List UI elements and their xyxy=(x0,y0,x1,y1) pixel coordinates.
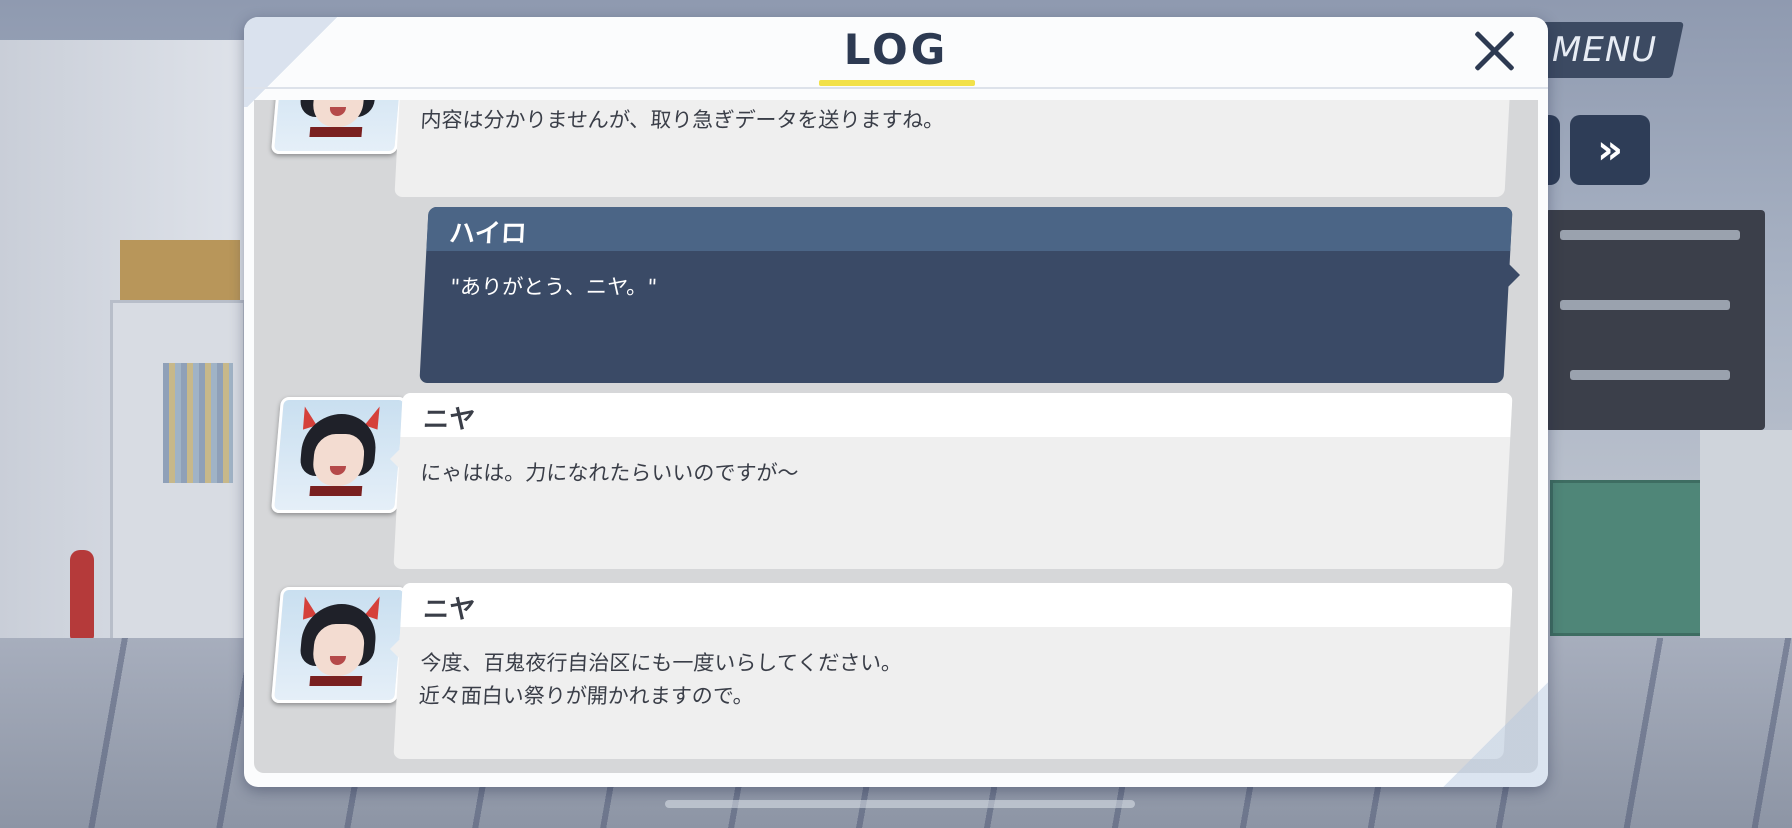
portrait-collar xyxy=(309,486,363,496)
background-cardboard-box xyxy=(120,240,240,300)
portrait-collar xyxy=(309,127,363,137)
portrait-collar xyxy=(309,676,363,686)
speaker-name: ニヤ xyxy=(422,405,476,435)
portrait-face xyxy=(311,434,366,486)
speaker-name: ニヤ xyxy=(422,595,476,625)
background-rifle xyxy=(1560,300,1730,310)
dialogue-text: 内容は分かりませんが、取り急ぎデータを送りますね。 xyxy=(419,108,946,132)
bubble-tail xyxy=(1508,263,1520,287)
background-fridge xyxy=(1700,430,1792,650)
close-icon[interactable] xyxy=(1468,25,1520,77)
menu-button-label: MENU xyxy=(1552,30,1658,70)
title-underline xyxy=(819,80,975,86)
character-portrait-nyaa xyxy=(270,100,408,154)
bottom-handle xyxy=(665,800,1135,808)
dialogue-bubble: ニヤ にゃはは。力になれたらいいのですが～ xyxy=(393,393,1513,569)
background-weapon-rack xyxy=(1545,210,1765,430)
dialogue-bubble: ニヤ 今度、百鬼夜行自治区にも一度いらしてください。 近々面白い祭りが開かれます… xyxy=(393,583,1513,759)
background-bookshelf xyxy=(110,300,246,656)
character-portrait-nyaa xyxy=(270,397,408,513)
background-rifle xyxy=(1560,230,1740,240)
dialogue-bubble: 内容は分かりませんが、取り急ぎデータを送りますね。 xyxy=(394,100,1512,197)
dialogue-text: 今度、百鬼夜行自治区にも一度いらしてください。 近々面白い祭りが開かれますので。 xyxy=(418,651,903,708)
dialogue-bubble-player: ハイロ "ありがとう、ニヤ。" xyxy=(419,207,1513,383)
log-list[interactable]: 内容は分かりませんが、取り急ぎデータを送りますね。 ハイロ "ありがとう、ニヤ。… xyxy=(254,100,1538,773)
skip-button[interactable]: » xyxy=(1570,115,1650,185)
fast-forward-icon: » xyxy=(1597,127,1623,173)
portrait-face xyxy=(311,624,366,676)
header-divider xyxy=(244,87,1548,89)
speaker-name: ハイロ xyxy=(448,219,528,249)
log-dialog-header: LOG xyxy=(244,17,1548,87)
speaker-name-bar: ニヤ xyxy=(400,583,1513,627)
speaker-name-bar: ハイロ xyxy=(426,207,1513,251)
background-fire-extinguisher xyxy=(70,550,94,640)
speaker-name-bar: ニヤ xyxy=(400,393,1513,437)
dialogue-text: "ありがとう、ニヤ。" xyxy=(449,275,658,299)
log-dialog: LOG 内容は分かりませんが、取り急ぎデータを送りますね。 ハイロ "ありがとう… xyxy=(244,17,1548,787)
log-dialog-title: LOG xyxy=(843,25,949,74)
dialogue-text: にゃはは。力になれたらいいのですが～ xyxy=(419,461,800,485)
background-rifle xyxy=(1570,370,1730,380)
character-portrait-nyaa xyxy=(270,587,408,703)
